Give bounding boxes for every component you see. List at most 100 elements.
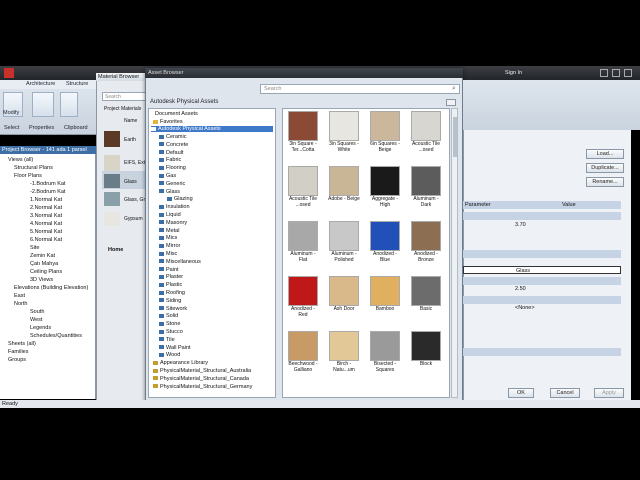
- material-item[interactable]: Gypsum: [124, 216, 143, 222]
- tree-item[interactable]: Legends: [30, 325, 51, 331]
- tree-item[interactable]: 4.Normal Kat: [30, 221, 62, 227]
- minimize-icon[interactable]: [600, 69, 608, 77]
- asset-tile[interactable]: Aluminum - Dark: [410, 166, 442, 211]
- tab-structure[interactable]: Structure: [66, 81, 88, 87]
- select-label[interactable]: Select: [4, 125, 19, 131]
- tree-item[interactable]: Ceiling Plans: [30, 269, 62, 275]
- asset-tile[interactable]: Acoustic Tile ...osed: [287, 166, 319, 211]
- name-field-row[interactable]: Glass: [463, 266, 621, 274]
- properties-button[interactable]: [32, 92, 54, 117]
- tree-category-item[interactable]: Paint: [159, 267, 179, 273]
- asset-tile[interactable]: Birch - Natu...um: [328, 331, 360, 376]
- tree-category-item[interactable]: Concrete: [159, 142, 188, 148]
- param-row[interactable]: 3.70: [463, 221, 621, 229]
- tree-item[interactable]: Views (all): [8, 157, 33, 163]
- tree-item[interactable]: 5.Normal Kat: [30, 229, 62, 235]
- tree-category-item[interactable]: Masonry: [159, 220, 187, 226]
- tree-item[interactable]: Groups: [8, 357, 26, 363]
- tree-category-item[interactable]: Metal: [159, 228, 179, 234]
- tree-category-item[interactable]: Fabric: [159, 157, 181, 163]
- tree-category-item[interactable]: Liquid: [159, 212, 181, 218]
- asset-tile[interactable]: Bamboo: [369, 276, 401, 321]
- tree-category-item[interactable]: Glazing: [167, 196, 193, 202]
- tree-category-item[interactable]: Plaster: [159, 274, 183, 280]
- tree-category-item[interactable]: Misc: [159, 251, 177, 257]
- param-value[interactable]: <None>: [515, 305, 535, 311]
- tree-category-item[interactable]: Siding: [159, 298, 181, 304]
- tree-item[interactable]: South: [30, 309, 44, 315]
- tree-item[interactable]: 2.Normal Kat: [30, 205, 62, 211]
- tree-item[interactable]: North: [14, 301, 27, 307]
- param-row[interactable]: <None>: [463, 304, 621, 312]
- paste-button[interactable]: [60, 92, 78, 117]
- ok-button[interactable]: OK: [508, 388, 534, 398]
- document-assets-node[interactable]: Document Assets: [155, 111, 198, 117]
- tree-category-item[interactable]: Default: [159, 150, 183, 156]
- tree-category-item[interactable]: Wood: [159, 352, 180, 358]
- tree-item[interactable]: East: [14, 293, 25, 299]
- asset-tile[interactable]: 6in Squares - Beige: [369, 111, 401, 156]
- tree-category-item[interactable]: Insulation: [159, 204, 190, 210]
- tree-item[interactable]: Elevations (Building Elevation): [14, 285, 88, 291]
- tree-category-item[interactable]: Sitework: [159, 306, 187, 312]
- material-item[interactable]: EIFS, Ext: [124, 160, 145, 166]
- group-row[interactable]: [463, 277, 621, 285]
- scroll-thumb[interactable]: [453, 117, 457, 157]
- tree-item[interactable]: Sheets (all): [8, 341, 36, 347]
- asset-tile[interactable]: Block: [410, 331, 442, 376]
- duplicate-button[interactable]: Duplicate...: [586, 163, 624, 173]
- asset-search-input[interactable]: Search: [260, 84, 460, 94]
- asset-tile[interactable]: Anodized - Blue: [369, 221, 401, 266]
- param-value[interactable]: 3.70: [515, 222, 526, 228]
- asset-tile[interactable]: Beechwood - Galliano: [287, 331, 319, 376]
- tree-item[interactable]: 1.Normal Kat: [30, 197, 62, 203]
- apply-button[interactable]: Apply: [594, 388, 624, 398]
- group-row[interactable]: [463, 250, 621, 258]
- asset-tile[interactable]: Aluminum - Polished: [328, 221, 360, 266]
- group-row[interactable]: [463, 296, 621, 304]
- asset-tile[interactable]: 3in Squares - White: [328, 111, 360, 156]
- param-value[interactable]: 2.50: [515, 286, 526, 292]
- tree-item[interactable]: Floor Plans: [14, 173, 42, 179]
- tree-item[interactable]: Families: [8, 349, 28, 355]
- load-button[interactable]: Load...: [586, 149, 624, 159]
- tree-category-item[interactable]: PhysicalMaterial_Structural_Australia: [153, 368, 251, 374]
- tree-item[interactable]: Structural Plans: [14, 165, 53, 171]
- asset-tile[interactable]: Anodized - Bronze: [410, 221, 442, 266]
- tree-item[interactable]: -1.Bodrum Kat: [30, 181, 65, 187]
- tree-category-item[interactable]: Solid: [159, 313, 178, 319]
- tree-category-item[interactable]: Stone: [159, 321, 180, 327]
- maximize-icon[interactable]: [612, 69, 620, 77]
- revit-logo-icon[interactable]: [4, 68, 14, 78]
- material-search-input[interactable]: Search: [102, 92, 146, 101]
- material-item[interactable]: Glass: [124, 179, 137, 185]
- asset-tile[interactable]: 3in Square - Ter...Cotta: [287, 111, 319, 156]
- tree-item[interactable]: Zemin Kat: [30, 253, 55, 259]
- tree-category-item[interactable]: Mirror: [159, 243, 180, 249]
- name-value[interactable]: Glass: [516, 268, 530, 274]
- tree-category-item[interactable]: Wall Paint: [159, 345, 191, 351]
- tree-item[interactable]: 3.Normal Kat: [30, 213, 62, 219]
- asset-grid-scrollbar[interactable]: [451, 108, 458, 398]
- tree-category-item[interactable]: PhysicalMaterial_Structural_Germany: [153, 384, 252, 390]
- material-item[interactable]: Earth: [124, 137, 136, 143]
- tree-category-item[interactable]: Tile: [159, 337, 175, 343]
- asset-tile[interactable]: Adobe - Beige: [328, 166, 360, 211]
- view-options-icon[interactable]: [446, 99, 456, 106]
- tree-category-item[interactable]: Mics: [159, 235, 177, 241]
- asset-tile[interactable]: Aluminum - Flat: [287, 221, 319, 266]
- home-node[interactable]: Home: [108, 247, 123, 253]
- tree-item[interactable]: 6.Normal Kat: [30, 237, 62, 243]
- tree-item[interactable]: -2.Bodrum Kat: [30, 189, 65, 195]
- tree-category-item[interactable]: Flooring: [159, 165, 186, 171]
- favorites-node[interactable]: Favorites: [153, 119, 183, 125]
- cancel-button[interactable]: Cancel: [550, 388, 580, 398]
- search-icon[interactable]: ⌕: [452, 85, 456, 93]
- param-row[interactable]: 2.50: [463, 285, 621, 293]
- tree-category-item[interactable]: Plastic: [159, 282, 182, 288]
- tree-category-item[interactable]: PhysicalMaterial_Structural_Canada: [153, 376, 249, 382]
- tree-category-item[interactable]: Ceramic: [159, 134, 186, 140]
- selected-library-node[interactable]: Autodesk Physical Assets: [151, 126, 273, 132]
- tree-category-item[interactable]: Glass: [159, 189, 180, 195]
- group-row[interactable]: [463, 212, 621, 220]
